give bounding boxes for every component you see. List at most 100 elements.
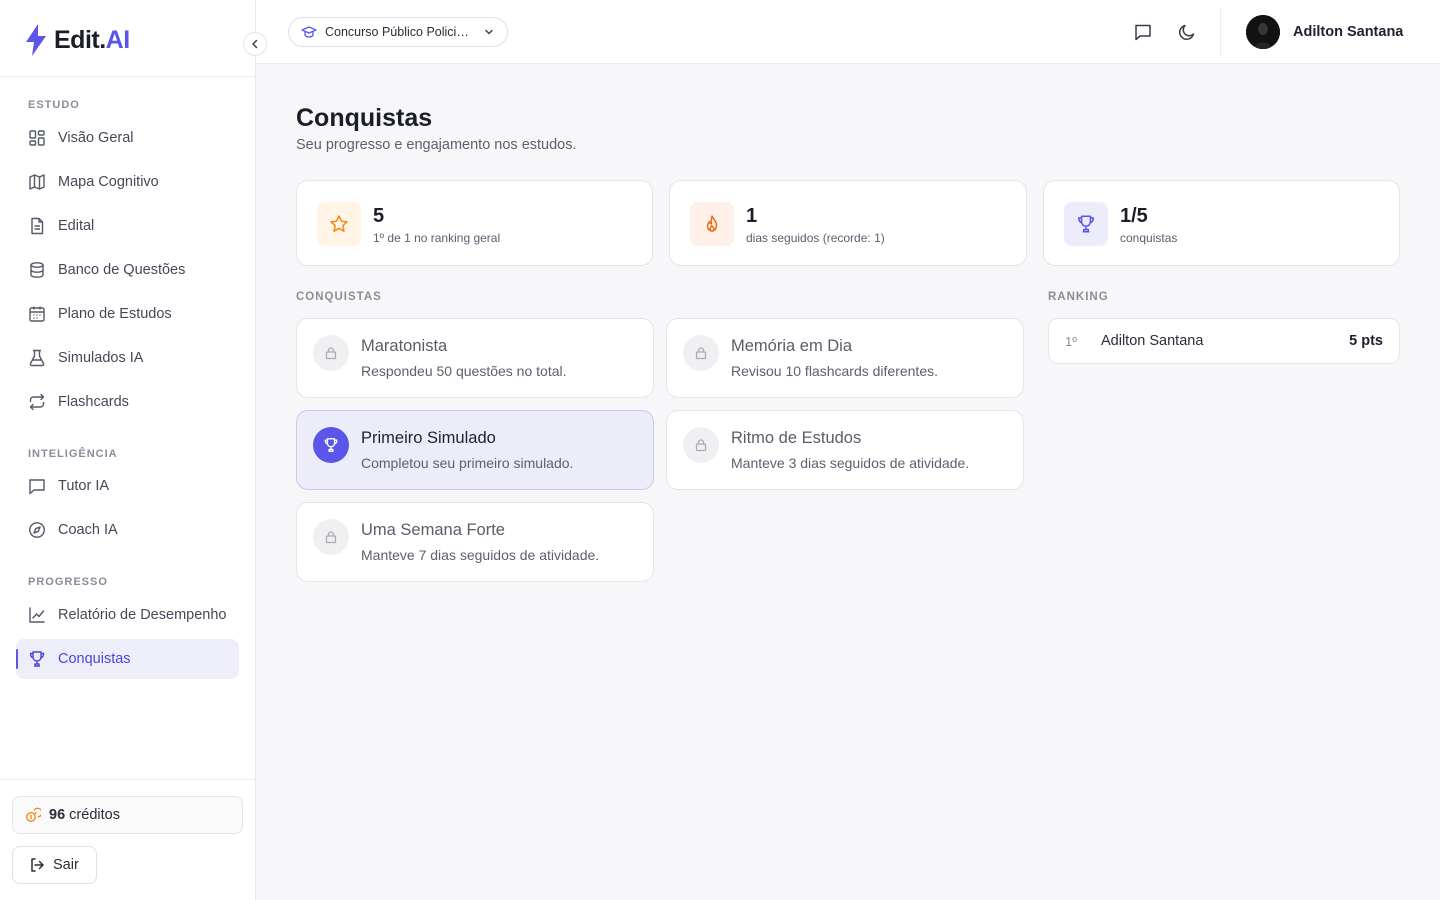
achievement-title: Maratonista [361,337,448,355]
achievement-card-primeiro-simulado[interactable]: Primeiro Simulado Completou seu primeiro… [296,410,654,490]
lock-icon [683,335,719,371]
lock-icon [313,519,349,555]
achievement-description: Respondeu 50 questões no total. [361,363,567,379]
stat-value: 1 [746,205,758,227]
achievement-card-memoria-em-dia[interactable]: Memória em Dia Revisou 10 flashcards dif… [666,318,1024,398]
sidebar-item-label: Conquistas [58,651,131,667]
line-chart-icon [29,607,45,623]
graduation-cap-icon [301,26,317,38]
ranking-points: 5 pts [1349,333,1383,349]
brand-name: Edit.AI [54,25,130,54]
database-icon [30,262,44,278]
section-label-progresso: PROGRESSO [28,576,108,588]
stat-card-achievements: 1/5 conquistas [1043,180,1400,266]
ranking-position: 1º [1065,334,1077,349]
repeat-icon [29,393,45,411]
header-divider [1220,8,1221,56]
dashboard-icon [29,130,45,146]
sidebar-item-label: Relatório de Desempenho [58,607,227,623]
sidebar-item-label: Flashcards [58,394,129,410]
bolt-icon [26,24,46,56]
logout-button[interactable]: Sair [12,846,97,884]
messages-button[interactable] [1131,20,1155,44]
message-icon [29,479,45,495]
achievement-title: Uma Semana Forte [361,521,505,539]
theme-toggle-button[interactable] [1175,20,1199,44]
sidebar-item-coach-ia[interactable]: Coach IA [16,510,239,550]
ranking-name: Adilton Santana [1101,333,1204,349]
achievement-title: Memória em Dia [731,337,853,355]
achievement-description: Manteve 7 dias seguidos de atividade. [361,547,600,563]
map-icon [29,174,45,190]
compass-icon [29,522,45,538]
avatar [1246,15,1280,49]
ranking-row[interactable]: 1º Adilton Santana 5 pts [1048,318,1400,364]
moon-icon [1179,24,1195,40]
section-label-estudo: ESTUDO [28,99,80,111]
sidebar-item-label: Edital [58,218,95,234]
stat-icon-box [690,202,734,246]
sidebar-item-tutor-ia[interactable]: Tutor IA [16,466,239,506]
achievement-description: Manteve 3 dias seguidos de atividade. [731,455,970,471]
flask-icon [29,349,45,367]
stat-card-streak: 1 dias seguidos (recorde: 1) [669,180,1027,266]
stat-caption: conquistas [1120,231,1178,245]
stat-caption: dias seguidos (recorde: 1) [746,231,885,245]
sidebar-item-conquistas[interactable]: Conquistas [16,639,239,679]
top-header: Concurso Público Policia Civil Adilton S… [256,0,1440,64]
achievement-description: Completou seu primeiro simulado. [361,455,574,471]
stat-icon-box [317,202,361,246]
course-selector-value: Concurso Público Policia Civil [325,25,475,39]
stat-value: 5 [373,205,385,227]
page-title: Conquistas [296,104,433,132]
achievement-title: Primeiro Simulado [361,429,496,447]
message-icon [1135,24,1151,41]
sidebar-item-plano-de-estudos[interactable]: Plano de Estudos [16,294,239,334]
sidebar-footer-divider [0,779,255,780]
achievements-section-label: CONQUISTAS [296,291,382,303]
sidebar-item-edital[interactable]: Edital [16,206,239,246]
sidebar-item-label: Banco de Questões [58,262,186,278]
user-name: Adilton Santana [1293,24,1404,40]
sidebar-item-relatorio-de-desempenho[interactable]: Relatório de Desempenho [16,595,239,635]
star-icon [330,215,348,232]
sidebar-item-mapa-cognitivo[interactable]: Mapa Cognitivo [16,162,239,202]
collapse-sidebar-button[interactable] [243,32,267,56]
sidebar-item-label: Plano de Estudos [58,306,172,322]
stat-value: 1/5 [1120,205,1148,227]
section-label-inteligencia: INTELIGÊNCIA [28,448,118,460]
coins-icon [25,807,41,823]
credits-badge[interactable]: 96 créditos [12,796,243,834]
document-icon [31,217,44,235]
stat-card-points: 5 1º de 1 no ranking geral [296,180,653,266]
sidebar-item-label: Tutor IA [58,478,110,494]
sidebar-item-label: Visão Geral [58,130,134,146]
achievement-card-uma-semana-forte[interactable]: Uma Semana Forte Manteve 7 dias seguidos… [296,502,654,582]
achievement-title: Ritmo de Estudos [731,429,862,447]
course-selector[interactable]: Concurso Público Policia Civil [288,17,508,47]
sidebar-item-label: Coach IA [58,522,118,538]
logout-label: Sair [53,857,79,873]
achievement-card-ritmo-de-estudos[interactable]: Ritmo de Estudos Manteve 3 dias seguidos… [666,410,1024,490]
sidebar-item-label: Mapa Cognitivo [58,174,159,190]
logout-icon [31,858,44,872]
flame-icon [706,215,718,232]
sidebar-item-flashcards[interactable]: Flashcards [16,382,239,422]
page-subtitle: Seu progresso e engajamento nos estudos. [296,137,577,153]
user-menu[interactable]: Adilton Santana [1246,14,1403,50]
sidebar-divider [0,76,255,77]
sidebar: Edit.AI ESTUDO Visão Geral Mapa Cognitiv… [0,0,267,900]
stat-caption: 1º de 1 no ranking geral [373,231,501,245]
trophy-icon [313,427,349,463]
achievement-card-maratonista[interactable]: Maratonista Respondeu 50 questões no tot… [296,318,654,398]
sidebar-item-label: Simulados IA [58,350,144,366]
sidebar-item-simulados-ia[interactable]: Simulados IA [16,338,239,378]
achievement-description: Revisou 10 flashcards diferentes. [731,363,938,379]
stat-icon-box [1064,202,1108,246]
lock-icon [313,335,349,371]
lock-icon [683,427,719,463]
sidebar-item-banco-de-questoes[interactable]: Banco de Questões [16,250,239,290]
trophy-icon [29,651,45,667]
sidebar-item-visao-geral[interactable]: Visão Geral [16,118,239,158]
brand-logo[interactable]: Edit.AI [24,22,130,58]
